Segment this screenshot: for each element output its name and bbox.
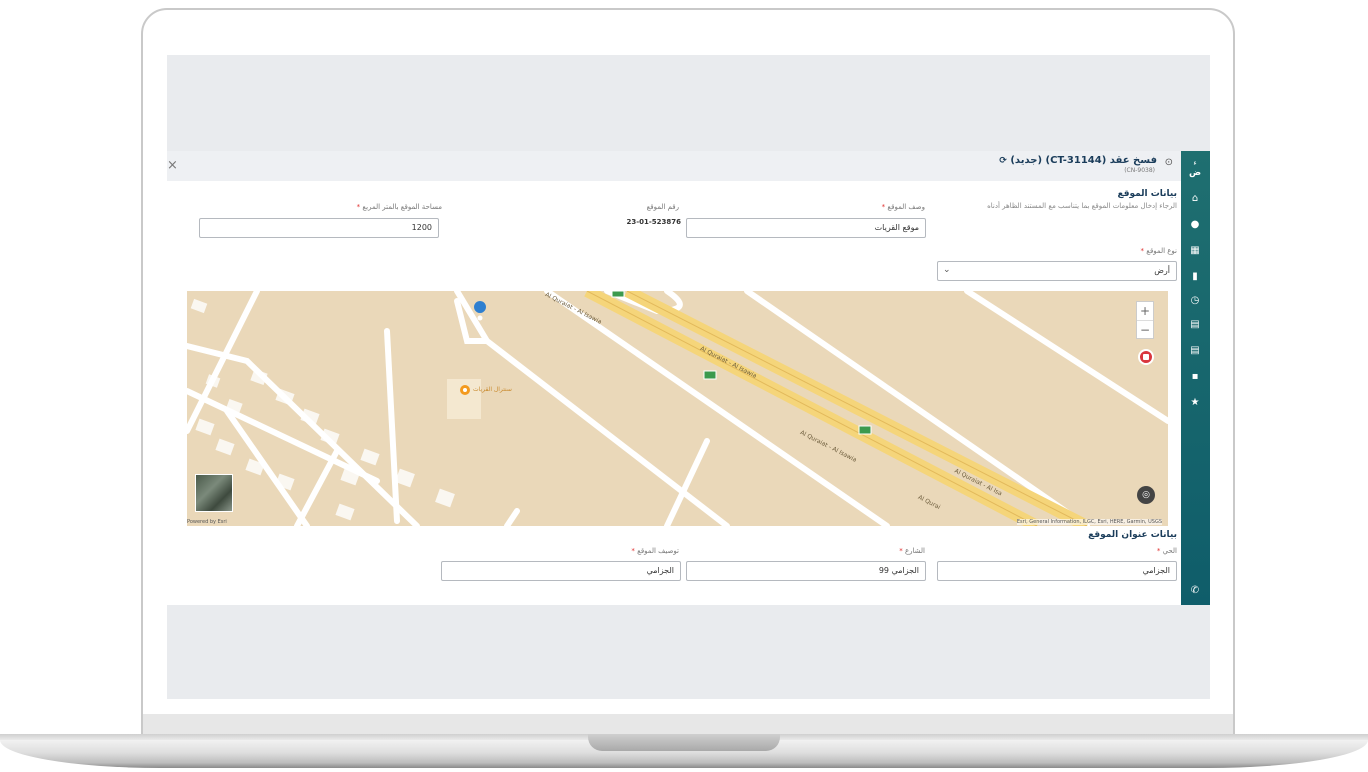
file-icon[interactable]: ▤: [1189, 345, 1201, 357]
district-input[interactable]: الجزامي: [937, 561, 1177, 581]
site-number-value: 23-01-523876: [626, 218, 681, 226]
laptop-notch: [588, 734, 780, 751]
clock-icon[interactable]: ◷: [1189, 295, 1201, 307]
home-icon[interactable]: ⌂: [1189, 193, 1201, 205]
star-icon[interactable]: ★: [1189, 397, 1201, 409]
site-area-input[interactable]: 1200: [199, 218, 439, 238]
district-label: الحي *: [1156, 547, 1177, 555]
site-area-label: مساحة الموقع بالمتر المربع *: [356, 203, 442, 211]
globe-icon[interactable]: ●: [1189, 219, 1201, 231]
title-bar: × ⊙ فسخ عقد (CT-31144) (جديد) ⟳ (CN-9038…: [167, 151, 1181, 181]
locate-icon[interactable]: ◎: [1137, 486, 1155, 504]
form-content: بيانات الموقع الرجاء إدخال معلومات الموق…: [177, 181, 1181, 605]
document-icon[interactable]: ▤: [1189, 319, 1201, 331]
laptop-hinge: [143, 714, 1233, 736]
powered-by-label: Powered by Esri: [187, 519, 227, 525]
sidebar: ءﺽ ⌂ ● ▦ ▮ ◷ ▤ ▤ ▪ ★ ✆: [1181, 151, 1210, 605]
site-number-label: رقم الموقع: [646, 203, 679, 211]
site-desc-input[interactable]: الجزامي: [441, 561, 681, 581]
site-section-hint: الرجاء إدخال معلومات الموقع بما يتناسب م…: [987, 202, 1177, 210]
zoom-in-button[interactable]: +: [1137, 302, 1153, 320]
grid-icon[interactable]: ▦: [1189, 245, 1201, 257]
page-subtitle: (CN-9038): [1124, 167, 1155, 174]
svg-text:ﺽ: ﺽ: [1189, 168, 1201, 178]
site-type-label: نوع الموقع *: [1140, 247, 1177, 255]
site-section-title: بيانات الموقع: [1117, 189, 1177, 199]
app-window: ءﺽ ⌂ ● ▦ ▮ ◷ ▤ ▤ ▪ ★ ✆ × ⊙ فسخ عقد (CT-3…: [167, 151, 1210, 605]
svg-text:ء: ء: [1193, 159, 1196, 167]
street-label: الشارع *: [899, 547, 925, 555]
phone-icon[interactable]: ✆: [1189, 585, 1201, 597]
site-description-input[interactable]: موقع القريات: [686, 218, 926, 238]
app-logo[interactable]: ءﺽ: [1184, 155, 1207, 183]
chevron-down-icon: ⌄: [943, 265, 951, 275]
page-title: فسخ عقد (CT-31144) (جديد): [1010, 155, 1157, 166]
street-input[interactable]: الجزامي 99: [686, 561, 926, 581]
zoom-control: + −: [1136, 301, 1154, 339]
laptop-screen: ءﺽ ⌂ ● ▦ ▮ ◷ ▤ ▤ ▪ ★ ✆ × ⊙ فسخ عقد (CT-3…: [167, 55, 1210, 699]
site-map[interactable]: Al Quraiat - Al Isawia Al Quraiat - Al I…: [187, 291, 1168, 526]
info-icon[interactable]: ⊙: [1165, 157, 1173, 168]
site-description-label: وصف الموقع *: [881, 203, 925, 211]
laptop-mockup: ءﺽ ⌂ ● ▦ ▮ ◷ ▤ ▤ ▪ ★ ✆ × ⊙ فسخ عقد (CT-3…: [0, 0, 1368, 772]
chat-icon[interactable]: ▪: [1189, 371, 1201, 383]
zoom-out-button[interactable]: −: [1137, 320, 1153, 338]
site-desc-label: توصيف الموقع *: [631, 547, 679, 555]
place-label: سنترال القريات: [473, 386, 512, 393]
chart-icon[interactable]: ▮: [1189, 271, 1201, 283]
map-canvas: [187, 291, 1168, 526]
delete-pin-button[interactable]: [1138, 349, 1154, 365]
basemap-toggle[interactable]: [195, 474, 233, 512]
map-attribution: Esri, General Information, ILGC, Esri, H…: [1016, 519, 1162, 525]
title-block: ⊙ فسخ عقد (CT-31144) (جديد) ⟳ (CN-9038): [999, 155, 1173, 174]
close-icon[interactable]: ×: [167, 158, 178, 173]
address-section-title: بيانات عنوان الموقع: [1088, 530, 1177, 540]
refresh-icon[interactable]: ⟳: [999, 156, 1007, 166]
site-type-select[interactable]: أرض ⌄: [937, 261, 1177, 281]
